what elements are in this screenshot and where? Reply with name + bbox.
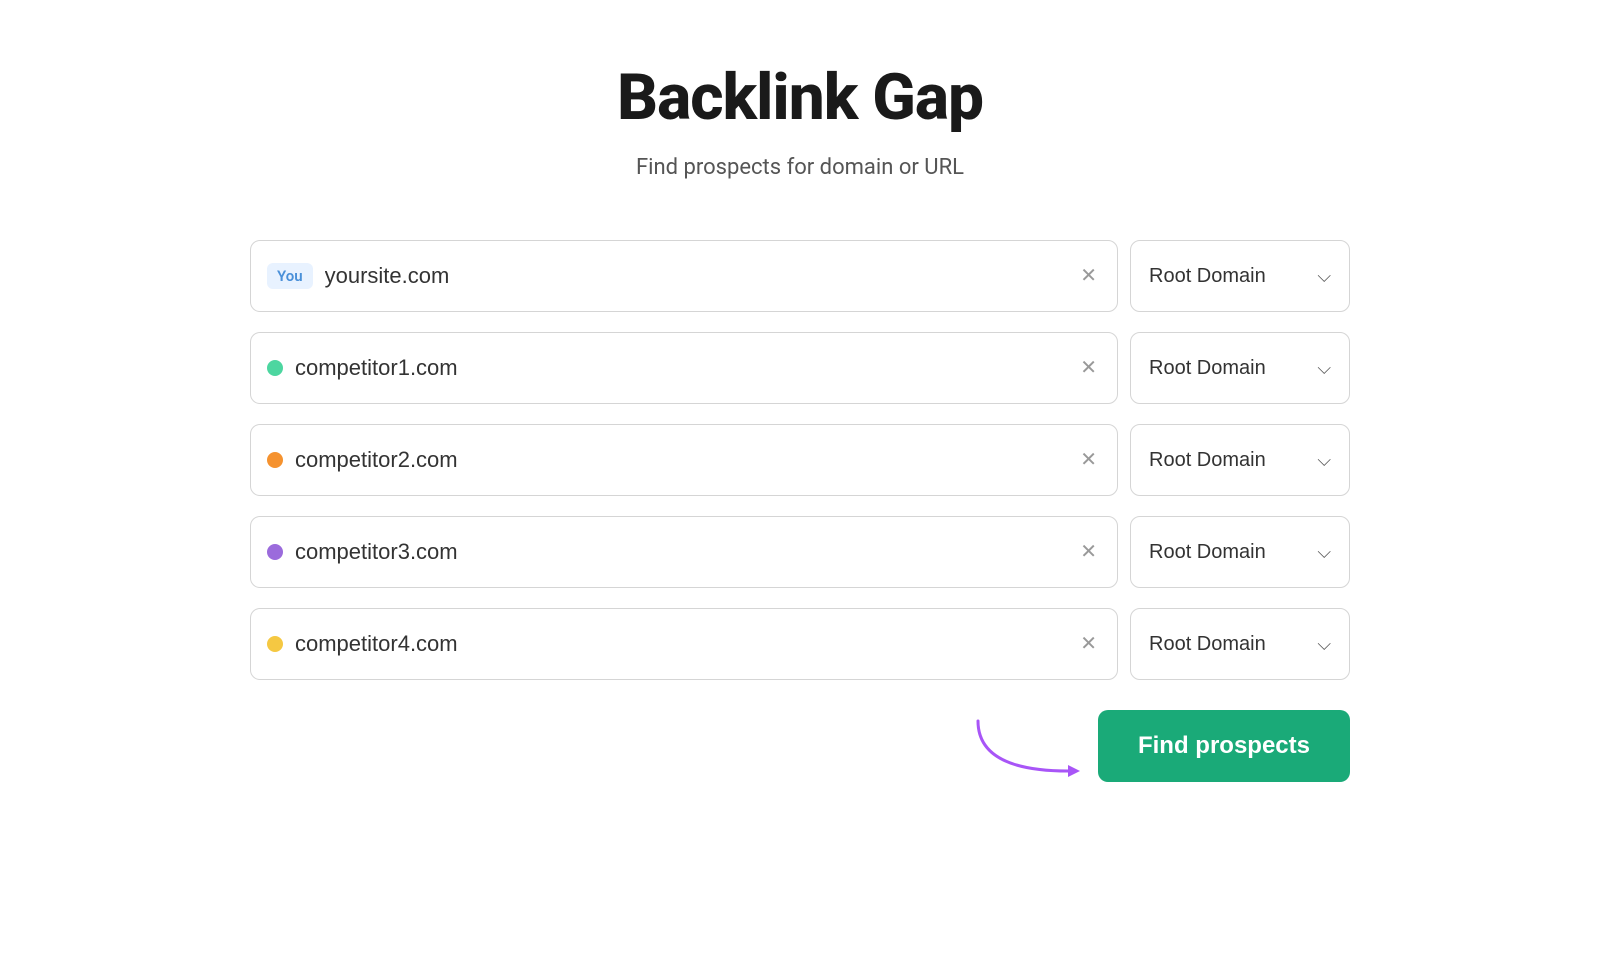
input-field-c4: ✕ xyxy=(250,608,1118,680)
input-row-you: You ✕ Root Domain Subdomain Exact URL Su… xyxy=(250,240,1350,312)
dot-icon-c3 xyxy=(267,544,283,560)
input-field-c1: ✕ xyxy=(250,332,1118,404)
dropdown-c3[interactable]: Root Domain Subdomain Exact URL Subfolde… xyxy=(1130,516,1350,588)
chevron-down-icon: ⌵ xyxy=(1317,266,1331,287)
clear-button-you[interactable]: ✕ xyxy=(1076,262,1101,290)
bottom-row: Find prospects xyxy=(250,710,1350,782)
dropdown-select-c2[interactable]: Root Domain Subdomain Exact URL Subfolde… xyxy=(1149,449,1309,471)
clear-button-c3[interactable]: ✕ xyxy=(1076,538,1101,566)
domain-input-c1[interactable] xyxy=(295,355,1064,381)
input-field-c2: ✕ xyxy=(250,424,1118,496)
page-title: Backlink Gap xyxy=(617,60,983,135)
input-row-c4: ✕ Root Domain Subdomain Exact URL Subfol… xyxy=(250,608,1350,680)
chevron-down-icon-c1: ⌵ xyxy=(1317,358,1331,379)
dropdown-select-c3[interactable]: Root Domain Subdomain Exact URL Subfolde… xyxy=(1149,541,1309,563)
dot-icon-c1 xyxy=(267,360,283,376)
domain-input-c2[interactable] xyxy=(295,447,1064,473)
dropdown-you[interactable]: Root Domain Subdomain Exact URL Subfolde… xyxy=(1130,240,1350,312)
clear-button-c4[interactable]: ✕ xyxy=(1076,630,1101,658)
domain-input-you[interactable] xyxy=(325,263,1065,289)
domain-input-c3[interactable] xyxy=(295,539,1064,565)
inputs-container: You ✕ Root Domain Subdomain Exact URL Su… xyxy=(250,240,1350,680)
dropdown-c4[interactable]: Root Domain Subdomain Exact URL Subfolde… xyxy=(1130,608,1350,680)
clear-button-c1[interactable]: ✕ xyxy=(1076,354,1101,382)
dropdown-select-c1[interactable]: Root Domain Subdomain Exact URL Subfolde… xyxy=(1149,357,1309,379)
dot-icon-c4 xyxy=(267,636,283,652)
input-field-c3: ✕ xyxy=(250,516,1118,588)
input-row-c3: ✕ Root Domain Subdomain Exact URL Subfol… xyxy=(250,516,1350,588)
dropdown-c1[interactable]: Root Domain Subdomain Exact URL Subfolde… xyxy=(1130,332,1350,404)
clear-button-c2[interactable]: ✕ xyxy=(1076,446,1101,474)
chevron-down-icon-c4: ⌵ xyxy=(1317,634,1331,655)
find-prospects-button[interactable]: Find prospects xyxy=(1098,710,1350,782)
dropdown-select-you[interactable]: Root Domain Subdomain Exact URL Subfolde… xyxy=(1149,265,1309,287)
domain-input-c4[interactable] xyxy=(295,631,1064,657)
chevron-down-icon-c2: ⌵ xyxy=(1317,450,1331,471)
dot-icon-c2 xyxy=(267,452,283,468)
you-badge: You xyxy=(267,263,313,289)
input-field-you: You ✕ xyxy=(250,240,1118,312)
input-row-c1: ✕ Root Domain Subdomain Exact URL Subfol… xyxy=(250,332,1350,404)
dropdown-select-c4[interactable]: Root Domain Subdomain Exact URL Subfolde… xyxy=(1149,633,1309,655)
chevron-down-icon-c3: ⌵ xyxy=(1317,542,1331,563)
page-subtitle: Find prospects for domain or URL xyxy=(636,155,964,180)
dropdown-c2[interactable]: Root Domain Subdomain Exact URL Subfolde… xyxy=(1130,424,1350,496)
arrow-container xyxy=(968,711,1088,781)
curved-arrow-icon xyxy=(968,711,1088,781)
page-container: Backlink Gap Find prospects for domain o… xyxy=(250,60,1350,782)
input-row-c2: ✕ Root Domain Subdomain Exact URL Subfol… xyxy=(250,424,1350,496)
